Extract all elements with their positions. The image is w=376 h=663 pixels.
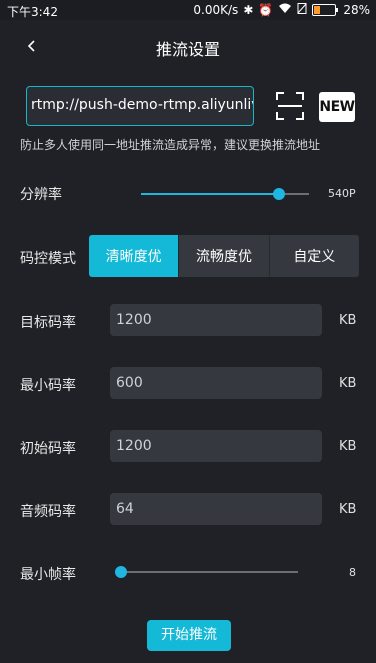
status-bar: 下午3:42 0.00K/s ✱ ⏰ 28% (0, 0, 376, 20)
mode-option-custom[interactable]: 自定义 (268, 235, 359, 277)
min-bitrate-unit: KB (339, 376, 357, 391)
page-title: 推流设置 (155, 40, 220, 59)
nav-bar: 推流设置 (0, 20, 376, 72)
status-right: 0.00K/s ✱ ⏰ 28% (193, 3, 370, 17)
min-fps-slider[interactable] (115, 566, 298, 578)
target-bitrate-input[interactable]: 1200 (110, 304, 322, 336)
push-url-input[interactable]: rtmp://push-demo-rtmp.aliyunlive (26, 86, 254, 126)
target-bitrate-unit: KB (339, 313, 357, 328)
resolution-slider-fill (141, 193, 279, 195)
bitrate-mode-label: 码控模式 (20, 251, 76, 267)
min-fps-value: 8 (349, 566, 356, 579)
battery-percent: 28% (343, 3, 370, 17)
mode-option-clarity[interactable]: 清晰度优 (89, 235, 179, 277)
mode-option-smooth[interactable]: 流畅度优 (178, 235, 269, 277)
min-fps-label: 最小帧率 (20, 567, 76, 583)
bluetooth-icon: ✱ (243, 3, 254, 17)
battery-icon (312, 4, 339, 16)
status-time: 下午3:42 (7, 5, 58, 19)
min-bitrate-label: 最小码率 (20, 378, 76, 394)
alarm-icon: ⏰ (258, 3, 274, 17)
initial-bitrate-unit: KB (339, 439, 357, 454)
resolution-label: 分辨率 (20, 187, 62, 203)
battery-fill (314, 6, 321, 14)
push-settings-screen: 下午3:42 0.00K/s ✱ ⏰ 28% 推流设置 rtmp://push-… (0, 0, 376, 663)
new-url-button[interactable]: NEW (319, 92, 355, 122)
audio-bitrate-label: 音频码率 (20, 504, 76, 520)
wifi-icon (278, 3, 292, 17)
bitrate-mode-selector: 清晰度优 流畅度优 自定义 (89, 235, 359, 277)
no-sim-icon (297, 3, 307, 17)
net-speed: 0.00K/s (193, 3, 239, 17)
push-url-value: rtmp://push-demo-rtmp.aliyunlive (31, 97, 254, 113)
resolution-value: 540P (328, 187, 356, 200)
start-push-button[interactable]: 开始推流 (147, 620, 231, 651)
initial-bitrate-label: 初始码率 (20, 441, 76, 457)
initial-bitrate-input[interactable]: 1200 (110, 430, 322, 462)
url-warning-text: 防止多人使用同一地址推流造成异常，建议更换推流地址 (20, 138, 321, 152)
audio-bitrate-input[interactable]: 64 (110, 493, 322, 525)
resolution-slider-knob[interactable] (273, 188, 285, 200)
audio-bitrate-unit: KB (339, 502, 357, 517)
scan-icon[interactable] (276, 92, 304, 120)
resolution-slider[interactable] (141, 188, 309, 200)
min-bitrate-input[interactable]: 600 (110, 367, 322, 399)
min-fps-slider-knob[interactable] (115, 566, 127, 578)
target-bitrate-label: 目标码率 (20, 315, 76, 331)
